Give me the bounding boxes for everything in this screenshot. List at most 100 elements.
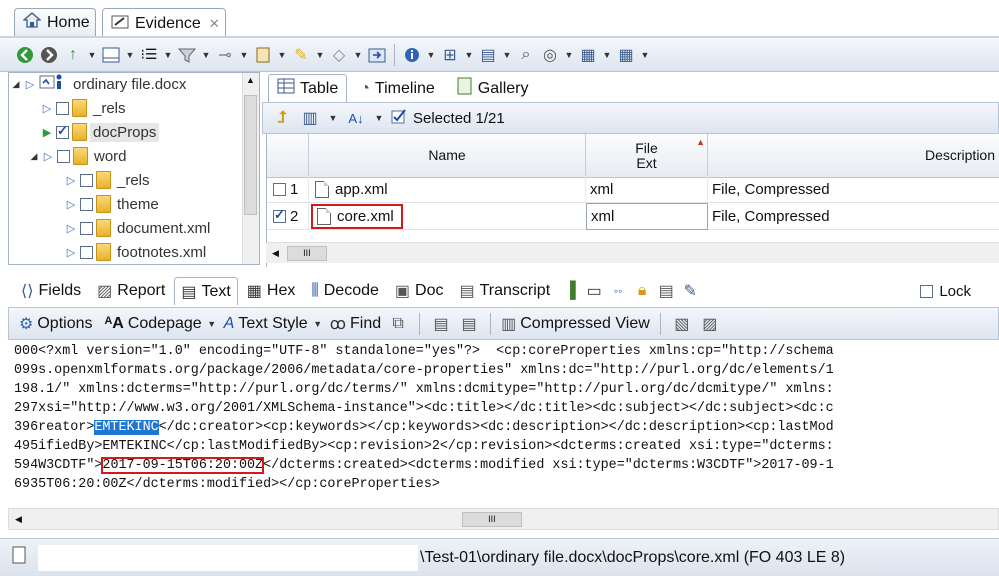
up-arrow-icon[interactable]: ↑ — [62, 44, 84, 66]
sort-icon[interactable]: A↓ — [345, 107, 367, 129]
table-row[interactable]: 1 app.xml xml File, Compressed — [267, 176, 999, 203]
chevron-down-icon[interactable]: ▼ — [312, 319, 324, 329]
attachment-icon[interactable]: ◦◦ — [607, 280, 629, 302]
chevron-down-icon[interactable]: ▼ — [639, 50, 651, 60]
back-icon[interactable] — [14, 44, 36, 66]
compressed-view-button[interactable]: ▥ Compressed View — [501, 314, 650, 334]
tree-checkbox[interactable] — [56, 101, 69, 115]
ext-cell[interactable]: xml — [586, 203, 708, 230]
chevron-down-icon[interactable]: ▼ — [276, 50, 288, 60]
scroll-left-icon[interactable]: ◀ — [272, 248, 279, 259]
tab-home[interactable]: Home — [14, 8, 96, 36]
chevron-down-icon[interactable]: ▼ — [327, 113, 339, 123]
tab-doc[interactable]: ▣ Doc — [388, 277, 451, 305]
chevron-down-icon[interactable]: ▼ — [352, 50, 364, 60]
text-style-button[interactable]: A Text Style ▼ — [224, 315, 324, 333]
tab-timeline[interactable]: ◔ Timeline — [351, 74, 444, 102]
row-checkbox[interactable] — [273, 183, 286, 196]
row-number-cell[interactable]: 1 — [267, 176, 309, 203]
row-checkbox[interactable] — [273, 207, 286, 223]
chevron-down-icon[interactable]: ▼ — [563, 50, 575, 60]
report-icon[interactable] — [252, 44, 274, 66]
tree-checkbox[interactable] — [80, 173, 93, 187]
tab-transcript[interactable]: ▤ Transcript — [452, 277, 557, 305]
page-icon[interactable]: ▤ — [430, 313, 452, 335]
codepage-button[interactable]: ᴬA Codepage ▼ — [104, 315, 217, 333]
column-header-file-ext[interactable]: File Ext ▲ — [586, 134, 708, 178]
column-header-description[interactable]: Description — [708, 134, 999, 178]
copy-icon[interactable]: ⧉ — [387, 313, 409, 335]
tab-text[interactable]: ▤ Text — [174, 277, 238, 305]
name-cell[interactable]: app.xml — [309, 176, 586, 203]
tab-decode[interactable]: ⫼ Decode — [304, 277, 386, 305]
eraser-icon[interactable]: ◇ — [328, 44, 350, 66]
name-cell[interactable]: core.xml — [311, 204, 403, 229]
tree-checkbox[interactable] — [56, 123, 69, 139]
tab-table[interactable]: Table — [268, 74, 348, 102]
chevron-down-icon[interactable]: ▼ — [463, 50, 475, 60]
highlighter-icon[interactable]: ✎ — [290, 44, 312, 66]
lock-checkbox[interactable] — [920, 284, 934, 298]
tab-hex[interactable]: ▦ Hex — [240, 277, 303, 305]
chevron-down-icon[interactable]: ▼ — [238, 50, 250, 60]
table-horizontal-scrollbar[interactable]: ◀ III — [266, 242, 999, 263]
lock-icon[interactable]: 🔒︎ — [631, 280, 653, 302]
collapse-icon[interactable]: ◢ — [29, 151, 39, 162]
collapse-icon[interactable]: ◢ — [11, 79, 21, 90]
table-row[interactable]: 2 core.xml xml File, Compressed — [267, 203, 999, 230]
lock-toggle[interactable]: Lock — [920, 283, 999, 300]
ext-cell[interactable]: xml — [586, 176, 708, 203]
tree-node-word-rels[interactable]: ▷ _rels — [65, 169, 153, 191]
filter-icon[interactable] — [176, 44, 198, 66]
scroll-up-icon[interactable]: ▲ — [246, 75, 255, 85]
chevron-down-icon[interactable]: ▼ — [425, 50, 437, 60]
column-header-name[interactable]: Name — [309, 134, 586, 178]
tree-scrollbar[interactable]: ▲ — [242, 73, 259, 264]
columns-icon[interactable]: ▥ — [299, 107, 321, 129]
tree-checkbox[interactable] — [80, 245, 93, 259]
chevron-down-icon[interactable]: ▼ — [501, 50, 513, 60]
properties-icon[interactable]: ▤ — [477, 44, 499, 66]
find-button[interactable]: ꝏ Find — [330, 314, 381, 334]
tree-checkbox[interactable] — [80, 197, 93, 211]
list-view-icon[interactable]: ⁝☰ — [138, 44, 160, 66]
chevron-down-icon[interactable]: ▼ — [86, 50, 98, 60]
text-view[interactable]: 000<?xml version="1.0" encoding="UTF-8" … — [14, 340, 999, 508]
tree-checkbox[interactable] — [57, 149, 70, 163]
tree-node-root[interactable]: ◢ ▷ ordinary file.docx — [11, 73, 189, 95]
scroll-thumb[interactable] — [244, 95, 257, 215]
text-horizontal-scrollbar[interactable]: ◀ III — [8, 508, 999, 530]
search-files-icon[interactable]: ⌕ — [515, 44, 537, 66]
print-page-icon[interactable]: ▨ — [699, 313, 721, 335]
tab-gallery[interactable]: Gallery — [448, 74, 538, 102]
tools-icon[interactable]: ▦ — [615, 44, 637, 66]
scroll-left-icon[interactable]: ◀ — [15, 514, 22, 525]
tree-checkbox[interactable] — [80, 221, 93, 235]
parent-folder-icon[interactable]: ⮥ — [271, 107, 293, 129]
panes-icon[interactable] — [100, 44, 122, 66]
description-cell[interactable]: File, Compressed — [708, 203, 999, 230]
page-alt-icon[interactable]: ▤ — [458, 313, 480, 335]
hierarchy-icon[interactable]: ⊞ — [439, 44, 461, 66]
tree-node-footnotes-xml[interactable]: ▷ footnotes.xml — [65, 241, 209, 263]
tree-node-document-xml[interactable]: ▷ document.xml — [65, 217, 213, 239]
search-disk-icon[interactable]: ◎ — [539, 44, 561, 66]
export-icon[interactable] — [366, 44, 388, 66]
chevron-down-icon[interactable]: ▼ — [124, 50, 136, 60]
tree-node-theme[interactable]: ▷ theme — [65, 193, 162, 215]
row-number-cell[interactable]: 2 — [267, 203, 309, 230]
info-icon[interactable] — [401, 44, 423, 66]
chevron-down-icon[interactable]: ▼ — [314, 50, 326, 60]
scroll-thumb[interactable]: III — [461, 511, 522, 527]
chevron-down-icon[interactable]: ▼ — [162, 50, 174, 60]
tab-fields[interactable]: ⟨⟩ Fields — [14, 277, 88, 305]
close-tab-icon[interactable]: ✕ — [209, 16, 220, 32]
forward-icon[interactable] — [38, 44, 60, 66]
description-cell[interactable]: File, Compressed — [708, 176, 999, 203]
options-button[interactable]: ⚙ Options — [19, 314, 92, 334]
chevron-down-icon[interactable]: ▼ — [373, 113, 385, 123]
tab-report[interactable]: ▨ Report — [90, 277, 172, 305]
console-icon[interactable]: ▭ — [583, 280, 605, 302]
export-page-icon[interactable]: ▧ — [671, 313, 693, 335]
chevron-down-icon[interactable]: ▼ — [601, 50, 613, 60]
